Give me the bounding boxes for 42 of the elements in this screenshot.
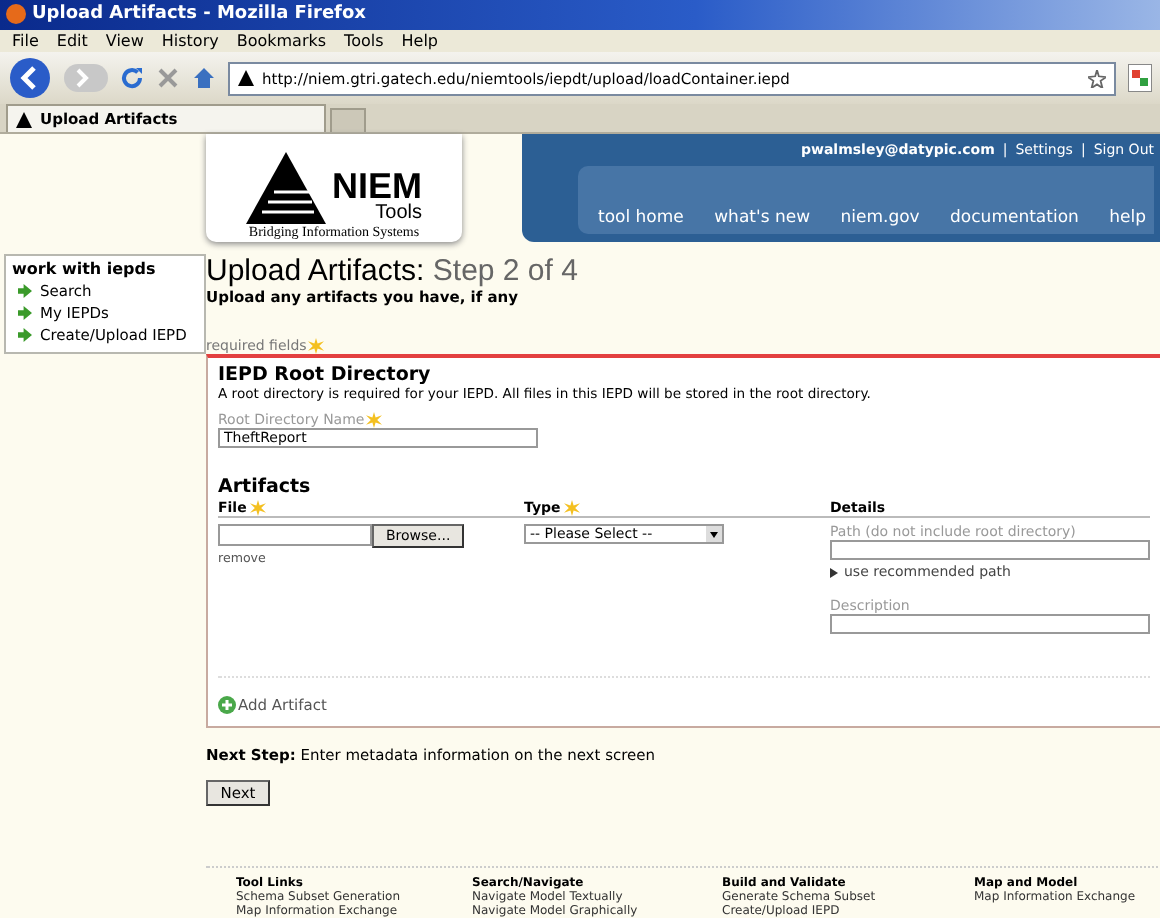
new-tab-button[interactable] [330, 108, 366, 132]
nav-link[interactable]: tool home [598, 208, 684, 228]
required-star-icon [366, 412, 383, 428]
menu-item[interactable]: Edit [56, 31, 88, 50]
menu-item[interactable]: View [105, 31, 144, 50]
logo-name: NIEM [332, 168, 422, 204]
reload-icon[interactable] [120, 66, 144, 90]
required-star-icon [308, 338, 325, 354]
menu-item[interactable]: History [161, 31, 219, 50]
bookmark-star-icon[interactable] [1088, 69, 1106, 87]
description-input[interactable] [830, 614, 1150, 634]
menu-item[interactable]: Bookmarks [236, 31, 327, 50]
page-title: Upload Artifacts: Step 2 of 4 [206, 254, 580, 288]
forward-icon[interactable] [64, 62, 108, 94]
dropdown-arrow-icon [706, 526, 722, 542]
section-title: IEPD Root Directory [218, 364, 433, 386]
browser-icon [6, 4, 26, 25]
site-icon [16, 111, 32, 127]
nav-link[interactable]: help [1109, 208, 1146, 228]
arrow-bullet-icon [18, 328, 32, 342]
menu-item[interactable]: Tools [344, 31, 384, 50]
section-title: Artifacts [218, 476, 313, 498]
nav-link[interactable]: what's new [714, 208, 811, 228]
site-icon [238, 70, 254, 86]
stop-icon[interactable] [156, 66, 180, 90]
arrow-bullet-icon [18, 284, 32, 298]
file-input[interactable] [218, 524, 372, 546]
nav-link[interactable]: niem.gov [840, 208, 920, 228]
back-icon[interactable] [8, 56, 52, 100]
path-input[interactable] [830, 540, 1150, 560]
sidebar-title: work with iepds [12, 260, 158, 278]
triangle-icon [830, 567, 838, 577]
home-icon[interactable] [192, 66, 216, 90]
arrow-bullet-icon [18, 306, 32, 320]
logo-subtitle: Tools [375, 204, 422, 224]
plus-circle-icon [218, 696, 236, 714]
menu-item[interactable]: Help [401, 31, 439, 50]
menu-item[interactable]: File [12, 31, 39, 50]
search-engine-icon[interactable] [1128, 64, 1152, 92]
nav-link[interactable]: documentation [950, 208, 1079, 228]
pyramid-logo-icon [246, 152, 326, 224]
window-title-text: Upload Artifacts - Mozilla Firefox [32, 4, 366, 25]
